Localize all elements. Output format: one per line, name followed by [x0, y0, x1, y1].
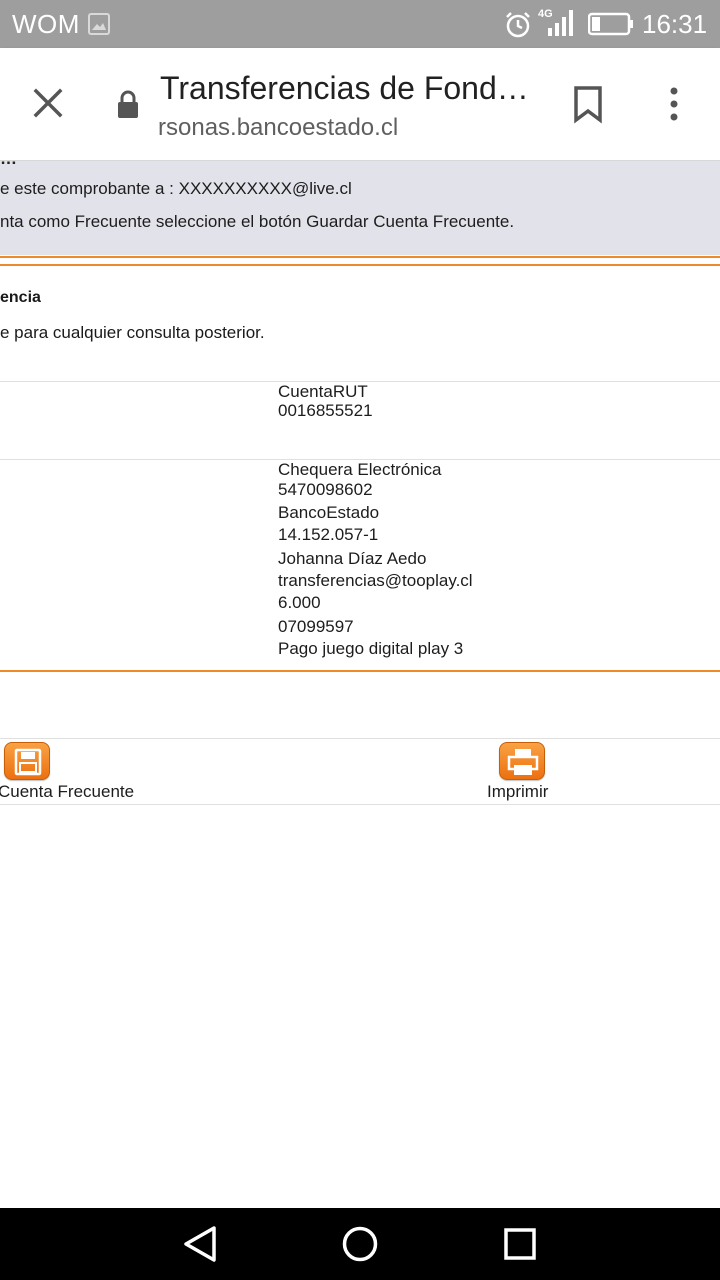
dest-name: Johanna Díaz Aedo	[278, 549, 427, 568]
browser-toolbar: Transferencias de Fond… rsonas.bancoesta…	[0, 48, 720, 161]
page-title: Transferencias de Fond…	[160, 70, 529, 106]
lock-icon	[118, 90, 138, 118]
close-icon[interactable]	[28, 83, 68, 123]
printer-icon	[507, 749, 539, 775]
battery-icon	[588, 12, 633, 36]
page-url[interactable]: rsonas.bancoestado.cl	[158, 114, 398, 142]
transfer-amount: 6.000	[278, 593, 321, 612]
dest-bank: BancoEstado	[278, 503, 380, 522]
save-frequent-button[interactable]	[4, 742, 50, 780]
clipped-heading: …	[0, 161, 17, 169]
transfer-message: Pago juego digital play 3	[278, 639, 464, 658]
clock: 16:31	[642, 9, 708, 39]
dest-account-type: Chequera Electrónica	[278, 460, 442, 479]
alarm-icon	[506, 12, 530, 38]
origin-account-number: 0016855521	[278, 401, 373, 420]
section-title: encia	[0, 289, 41, 306]
bookmark-icon[interactable]	[570, 84, 606, 124]
carrier-name: WOM	[12, 9, 80, 39]
image-icon	[88, 13, 110, 35]
signal-icon: 4G	[538, 8, 573, 36]
notice-email-line: e este comprobante a : XXXXXXXXXX@live.c…	[0, 179, 352, 198]
save-disk-icon	[14, 748, 42, 776]
network-type: 4G	[538, 8, 553, 20]
save-frequent-label[interactable]: Cuenta Frecuente	[0, 782, 134, 802]
print-label[interactable]: Imprimir	[487, 782, 548, 802]
dest-rut: 14.152.057-1	[278, 525, 379, 544]
row-divider	[0, 738, 720, 739]
row-divider	[0, 804, 720, 805]
origin-account-type: CuentaRUT	[278, 382, 368, 401]
home-icon[interactable]	[340, 1224, 380, 1264]
divider-orange	[0, 670, 720, 672]
section-note: e para cualquier consulta posterior.	[0, 323, 265, 342]
recents-icon[interactable]	[500, 1224, 540, 1264]
system-nav-bar	[0, 1208, 720, 1280]
dest-account-number: 5470098602	[278, 480, 373, 499]
back-icon[interactable]	[180, 1224, 220, 1264]
more-vert-icon[interactable]	[656, 84, 692, 124]
divider-orange	[0, 256, 720, 258]
print-button[interactable]	[499, 742, 545, 780]
status-bar: WOM 4G 16:31	[0, 0, 720, 48]
divider-orange	[0, 264, 720, 266]
notice-frequent-line: nta como Frecuente seleccione el botón G…	[0, 212, 515, 231]
notice-box: … e este comprobante a : XXXXXXXXXX@live…	[0, 161, 720, 255]
transfer-reference: 07099597	[278, 617, 354, 636]
dest-email: transferencias@tooplay.cl	[278, 571, 473, 590]
